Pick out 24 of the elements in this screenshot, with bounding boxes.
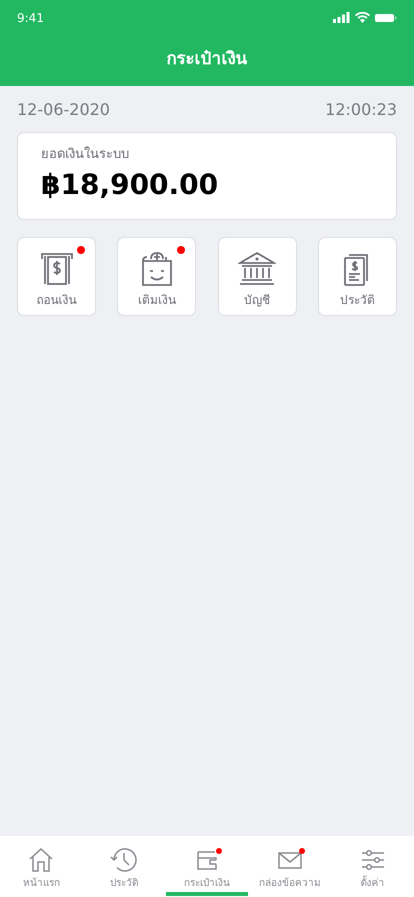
action-tile[interactable]: ประวัติ	[318, 237, 397, 316]
cash-slot-icon	[38, 251, 74, 287]
settings-icon	[360, 849, 385, 871]
battery-icon	[375, 12, 397, 22]
action-tile[interactable]: เติมเงิน	[117, 237, 196, 316]
action-tile[interactable]: ถอนเงิน	[17, 237, 96, 316]
history-icon	[110, 846, 138, 874]
wifi-icon	[355, 12, 370, 23]
tab-item[interactable]: ตั้งค่า	[331, 836, 414, 897]
home-icon	[28, 848, 54, 872]
mail-icon	[278, 850, 302, 870]
bank-building-icon	[238, 251, 276, 287]
tab-item[interactable]: หน้าแรก	[0, 836, 83, 897]
balance-label: ยอดเงินในระบบ	[41, 146, 130, 164]
tab-item[interactable]: กระเป๋าเงิน	[166, 836, 248, 897]
tab-item[interactable]: กล่องข้อความ	[248, 836, 332, 897]
status-time: 9:41	[17, 10, 44, 26]
tab-item[interactable]: ประวัติ	[82, 836, 166, 897]
time-text: 12:00:23	[325, 99, 397, 121]
signal-icon	[333, 12, 350, 23]
balance-amount: ฿18,900.00	[41, 166, 220, 202]
action-tile[interactable]: บัญชี	[218, 237, 297, 316]
page-title: กระเป๋าเงิน	[166, 48, 248, 71]
date-text: 12-06-2020	[17, 99, 110, 121]
